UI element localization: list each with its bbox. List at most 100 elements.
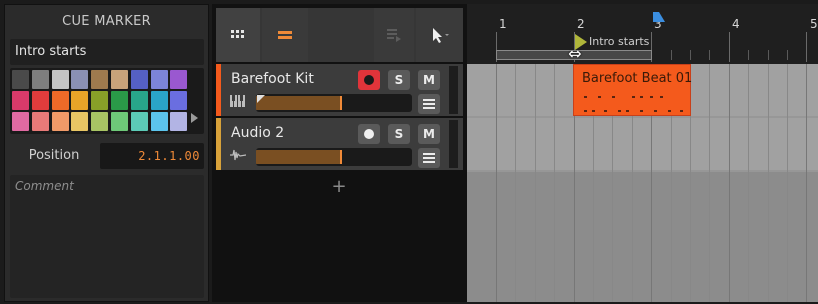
empty-arranger-area[interactable]: [467, 172, 818, 302]
color-swatch[interactable]: [111, 91, 128, 110]
color-swatch[interactable]: [111, 112, 128, 131]
ruler-tick: [670, 50, 672, 60]
clip-note: [660, 96, 663, 98]
color-swatch[interactable]: [111, 70, 128, 89]
color-swatch[interactable]: [150, 70, 168, 89]
color-swatch[interactable]: [31, 112, 49, 131]
grid-icon[interactable]: [216, 8, 260, 62]
grid-line: [534, 64, 536, 302]
bar-number: 4: [732, 17, 740, 31]
pointer-tool-icon[interactable]: [416, 8, 463, 62]
clip[interactable]: Barefoot Beat 01: [573, 64, 693, 116]
solo-button[interactable]: S: [388, 124, 410, 144]
position-label: Position: [28, 148, 80, 163]
position-row: Position 2.1.1.00: [10, 141, 204, 171]
toolbar-spacer: [311, 8, 371, 62]
color-swatch[interactable]: [71, 91, 89, 110]
timeline-ruler[interactable]: 1 2 3 4 5 Intro starts ⇔: [467, 4, 818, 64]
track-name[interactable]: Barefoot Kit: [231, 71, 314, 87]
clip-note: [612, 96, 615, 98]
cue-marker-label[interactable]: Intro starts: [589, 35, 649, 48]
position-value-field[interactable]: 2.1.1.00: [100, 143, 204, 169]
comment-field[interactable]: Comment: [10, 175, 204, 298]
track-lane[interactable]: [467, 118, 818, 170]
color-swatch[interactable]: [51, 91, 69, 110]
ruler-tick: [690, 50, 691, 60]
color-swatch[interactable]: [170, 112, 188, 131]
clip-note: [618, 110, 621, 112]
color-swatch[interactable]: [130, 112, 148, 131]
track-list-icon[interactable]: [262, 8, 308, 62]
track-header[interactable]: Barefoot Kit S M: [216, 64, 463, 116]
volume-slider[interactable]: [256, 94, 412, 112]
piano-icon: [230, 94, 250, 110]
clip-note: [654, 110, 657, 112]
color-swatch[interactable]: [170, 70, 188, 89]
volume-marker: [340, 150, 342, 164]
volume-slider[interactable]: [256, 148, 412, 166]
color-swatch[interactable]: [31, 91, 49, 110]
grid-line: [767, 64, 769, 302]
grid-line: [728, 64, 730, 302]
color-swatch[interactable]: [51, 112, 69, 131]
track-name[interactable]: Audio 2: [231, 125, 284, 141]
marker-name-field[interactable]: Intro starts: [10, 39, 204, 65]
clip-note: [592, 110, 595, 112]
clip-note: [680, 110, 683, 112]
track-menu-icon[interactable]: [418, 148, 440, 168]
clip-icon[interactable]: [374, 8, 414, 62]
color-swatch[interactable]: [91, 70, 109, 89]
color-swatch[interactable]: [150, 112, 168, 131]
color-palette[interactable]: [10, 68, 204, 134]
solo-button[interactable]: S: [388, 70, 410, 90]
playhead-icon[interactable]: [653, 12, 665, 22]
record-arm-button[interactable]: [358, 70, 380, 90]
track-toolbar: [216, 8, 463, 62]
bar-number: 1: [499, 17, 507, 31]
mute-button[interactable]: M: [418, 70, 440, 90]
grid-line: [709, 64, 711, 302]
bar-number: 2: [577, 17, 585, 31]
color-swatch[interactable]: [130, 70, 148, 89]
clip-note: [650, 96, 653, 98]
clip-name: Barefoot Beat 01: [582, 71, 693, 86]
color-swatch[interactable]: [12, 70, 29, 89]
ruler-tick: [767, 50, 769, 60]
arranger-view[interactable]: 1 2 3 4 5 Intro starts ⇔ Barefoot Beat 0…: [467, 4, 818, 302]
add-track-button[interactable]: +: [328, 178, 350, 196]
ruler-tick: [748, 50, 750, 60]
color-swatch[interactable]: [71, 70, 89, 89]
ruler-tick: [787, 50, 788, 60]
clip-note: [584, 96, 587, 98]
color-swatch[interactable]: [150, 91, 168, 110]
clip-note: [640, 110, 643, 112]
color-swatch[interactable]: [12, 91, 29, 110]
grid-line: [787, 64, 788, 302]
color-swatch[interactable]: [91, 91, 109, 110]
mute-button[interactable]: M: [418, 124, 440, 144]
palette-expand-icon[interactable]: [191, 113, 198, 123]
color-swatch[interactable]: [91, 112, 109, 131]
color-swatch[interactable]: [170, 91, 188, 110]
color-swatch[interactable]: [51, 70, 69, 89]
color-swatch[interactable]: [31, 70, 49, 89]
color-swatch[interactable]: [12, 112, 29, 131]
inspector-panel: CUE MARKER Intro starts Position 2.1.1.0…: [4, 4, 209, 302]
color-swatch[interactable]: [71, 112, 89, 131]
grid-line: [806, 64, 808, 302]
clip-note: [604, 110, 607, 112]
clip-note: [632, 96, 635, 98]
volume-corner-icon: [257, 95, 265, 103]
waveform-icon: [230, 148, 250, 164]
clip-note: [640, 96, 643, 98]
track-meter: [449, 66, 458, 114]
track-color-bar: [216, 118, 221, 170]
volume-marker: [340, 96, 342, 110]
track-header[interactable]: Audio 2 S M: [216, 118, 463, 170]
record-arm-button[interactable]: [358, 124, 380, 144]
clip-note: [668, 110, 671, 112]
track-meter: [449, 120, 458, 168]
track-menu-icon[interactable]: [418, 94, 440, 114]
color-swatch[interactable]: [130, 91, 148, 110]
ruler-tick: [728, 32, 730, 62]
